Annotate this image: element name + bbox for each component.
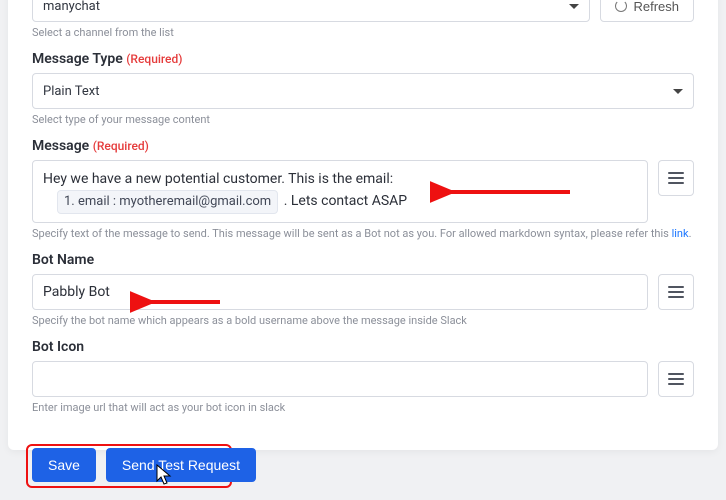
action-buttons: Save Send Test Request xyxy=(32,448,256,482)
chevron-down-icon xyxy=(569,4,579,9)
message-type-selected: Plain Text xyxy=(43,84,99,99)
channel-field: manychat Refresh Select a channel from t… xyxy=(32,0,694,39)
message-field: Message (Required) Hey we have a new pot… xyxy=(32,138,694,240)
bot-icon-label: Bot Icon xyxy=(32,339,694,355)
message-options-button[interactable] xyxy=(658,160,694,196)
refresh-icon xyxy=(615,0,627,12)
message-input[interactable]: Hey we have a new potential customer. Th… xyxy=(32,160,648,223)
form-panel: manychat Refresh Select a channel from t… xyxy=(8,0,718,450)
save-button[interactable]: Save xyxy=(32,448,96,482)
required-tag: (Required) xyxy=(126,52,182,66)
message-helper: Specify text of the message to send. Thi… xyxy=(32,227,694,240)
refresh-label: Refresh xyxy=(633,0,679,14)
refresh-button[interactable]: Refresh xyxy=(600,0,694,22)
hamburger-icon xyxy=(668,169,684,187)
bot-icon-helper: Enter image url that will act as your bo… xyxy=(32,401,694,414)
bot-icon-options-button[interactable] xyxy=(658,361,694,397)
hamburger-icon xyxy=(668,370,684,388)
markdown-link[interactable]: link xyxy=(672,227,689,240)
message-text-after: . Lets contact ASAP xyxy=(284,193,407,209)
email-chip[interactable]: 1. email : myotheremail@gmail.com xyxy=(57,190,278,214)
message-type-label: Message Type (Required) xyxy=(32,51,694,67)
chevron-down-icon xyxy=(673,89,683,94)
hamburger-icon xyxy=(668,283,684,301)
channel-helper: Select a channel from the list xyxy=(32,26,694,39)
message-label: Message (Required) xyxy=(32,138,694,154)
bot-icon-field: Bot Icon Enter image url that will act a… xyxy=(32,339,694,414)
bot-name-label: Bot Name xyxy=(32,252,694,268)
channel-selected-value: manychat xyxy=(43,0,100,14)
message-type-helper: Select type of your message content xyxy=(32,113,694,126)
required-tag: (Required) xyxy=(93,139,149,153)
message-type-select[interactable]: Plain Text xyxy=(32,73,694,109)
bot-name-field: Bot Name Pabbly Bot Specify the bot name… xyxy=(32,252,694,327)
bot-name-input[interactable]: Pabbly Bot xyxy=(32,274,648,310)
channel-select[interactable]: manychat xyxy=(32,0,590,22)
bot-icon-input[interactable] xyxy=(32,361,648,397)
bot-name-helper: Specify the bot name which appears as a … xyxy=(32,314,694,327)
send-test-button[interactable]: Send Test Request xyxy=(106,448,256,482)
bot-name-options-button[interactable] xyxy=(658,274,694,310)
message-type-field: Message Type (Required) Plain Text Selec… xyxy=(32,51,694,126)
message-text-before: Hey we have a new potential customer. Th… xyxy=(43,171,393,187)
